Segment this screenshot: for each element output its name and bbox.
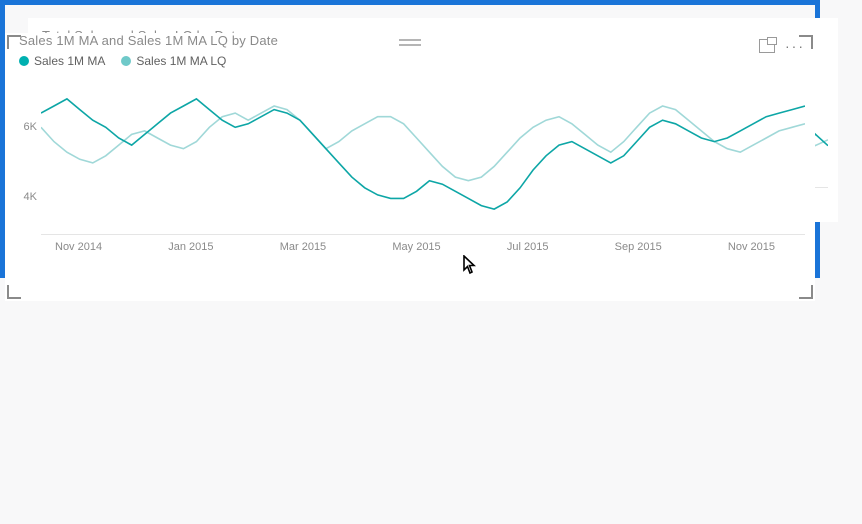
resize-handle-icon[interactable] [7, 35, 21, 49]
legend: Sales 1M MA Sales 1M MA LQ [19, 54, 815, 68]
line-chart-svg [41, 74, 805, 234]
legend-swatch-icon [19, 56, 29, 66]
legend-item-sales-1m-ma[interactable]: Sales 1M MA [19, 54, 105, 68]
x-tick: Nov 2015 [728, 241, 775, 253]
legend-swatch-icon [121, 56, 131, 66]
x-tick: Jan 2015 [168, 241, 213, 253]
more-options-icon[interactable]: ··· [785, 41, 805, 51]
x-tick: Mar 2015 [280, 241, 326, 253]
x-tick: Jul 2015 [507, 241, 549, 253]
series-line-sales-1m-ma [41, 99, 805, 209]
visual-toolbar: ··· [759, 39, 805, 53]
resize-handle-icon[interactable] [799, 285, 813, 299]
resize-handle-icon[interactable] [7, 285, 21, 299]
legend-label: Sales 1M MA LQ [136, 54, 226, 68]
drag-grip-icon[interactable] [399, 39, 421, 46]
x-axis: Nov 2014 Jan 2015 Mar 2015 May 2015 Jul … [55, 241, 775, 253]
focus-mode-icon[interactable] [759, 39, 775, 53]
chart-panel-bottom-selected[interactable]: ··· Sales 1M MA and Sales 1M MA LQ by Da… [0, 0, 820, 278]
plot-area[interactable]: 6K 4K [41, 74, 805, 235]
x-tick: May 2015 [392, 241, 440, 253]
series-line-sales-1m-ma-lq [41, 106, 805, 181]
legend-label: Sales 1M MA [34, 54, 105, 68]
x-tick: Sep 2015 [615, 241, 662, 253]
y-tick: 6K [7, 122, 37, 133]
y-tick: 4K [7, 192, 37, 203]
legend-item-sales-1m-ma-lq[interactable]: Sales 1M MA LQ [121, 54, 226, 68]
x-tick: Nov 2014 [55, 241, 102, 253]
